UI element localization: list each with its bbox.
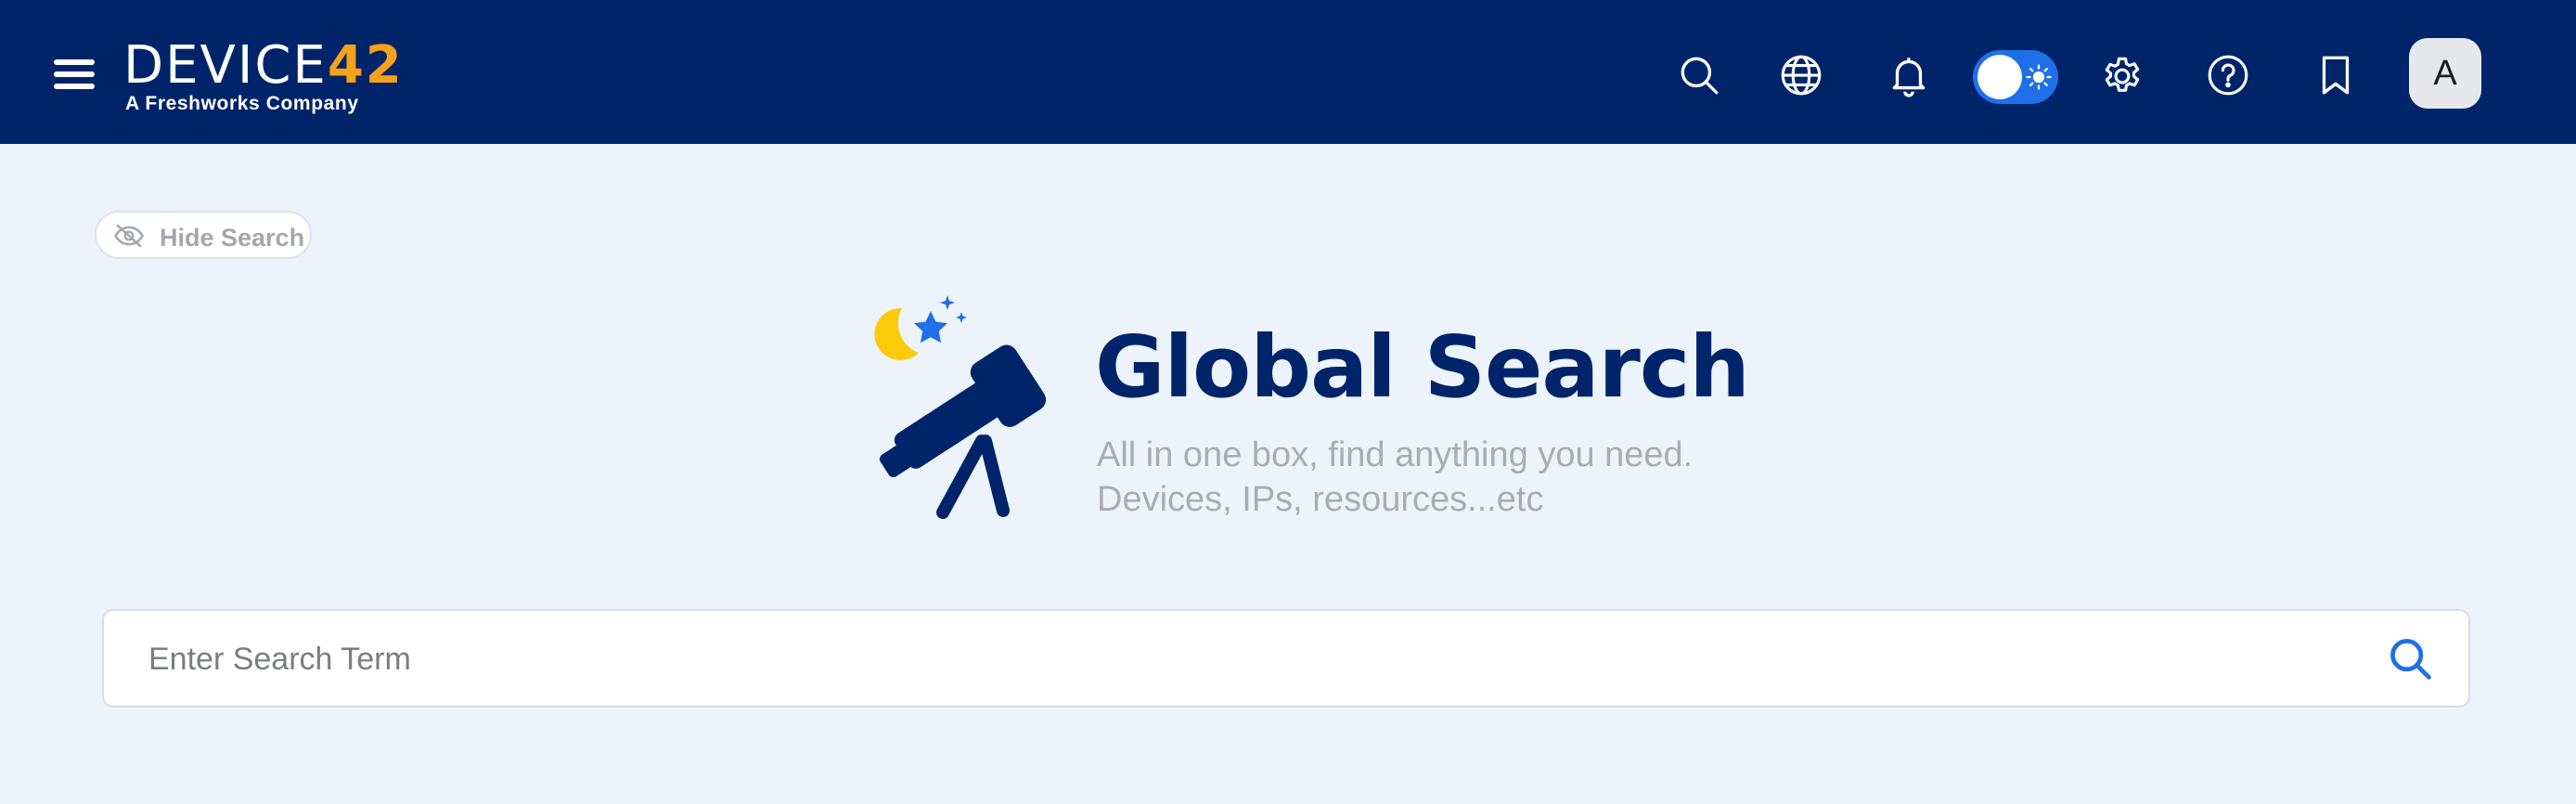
hide-search-label: Hide Search [160,224,305,252]
search-input[interactable] [148,633,2357,685]
logo-tagline: A Freshworks Company [125,93,359,114]
sun-icon [2026,64,2052,90]
bell-icon[interactable] [1878,45,1939,106]
globe-icon[interactable] [1771,45,1832,106]
top-bar: DEVICE42 A Freshworks Company A [0,0,2576,144]
page-title: Global Search [1095,318,1750,417]
toggle-knob [1977,55,2022,99]
telescope-icon [874,295,1047,519]
subtitle-line-2: Devices, IPs, resources...etc [1097,480,1544,519]
menu-icon[interactable] [54,56,98,95]
hide-search-button[interactable]: Hide Search [95,211,312,259]
theme-toggle[interactable] [1973,50,2058,104]
bookmark-icon[interactable] [2305,45,2366,106]
gear-icon[interactable] [2092,45,2153,106]
eye-off-icon [114,224,144,248]
page-subtitle: All in one box, find anything you need. … [1097,433,1693,522]
app-logo[interactable]: DEVICE42 A Freshworks Company [123,39,402,121]
search-icon[interactable] [1668,45,1730,106]
global-search-box [102,609,2470,707]
subtitle-line-1: All in one box, find anything you need. [1097,435,1694,474]
user-avatar[interactable]: A [2409,38,2481,109]
help-icon[interactable] [2197,45,2259,106]
logo-wordmark: DEVICE42 [123,35,404,96]
search-submit-icon[interactable] [2387,635,2435,683]
